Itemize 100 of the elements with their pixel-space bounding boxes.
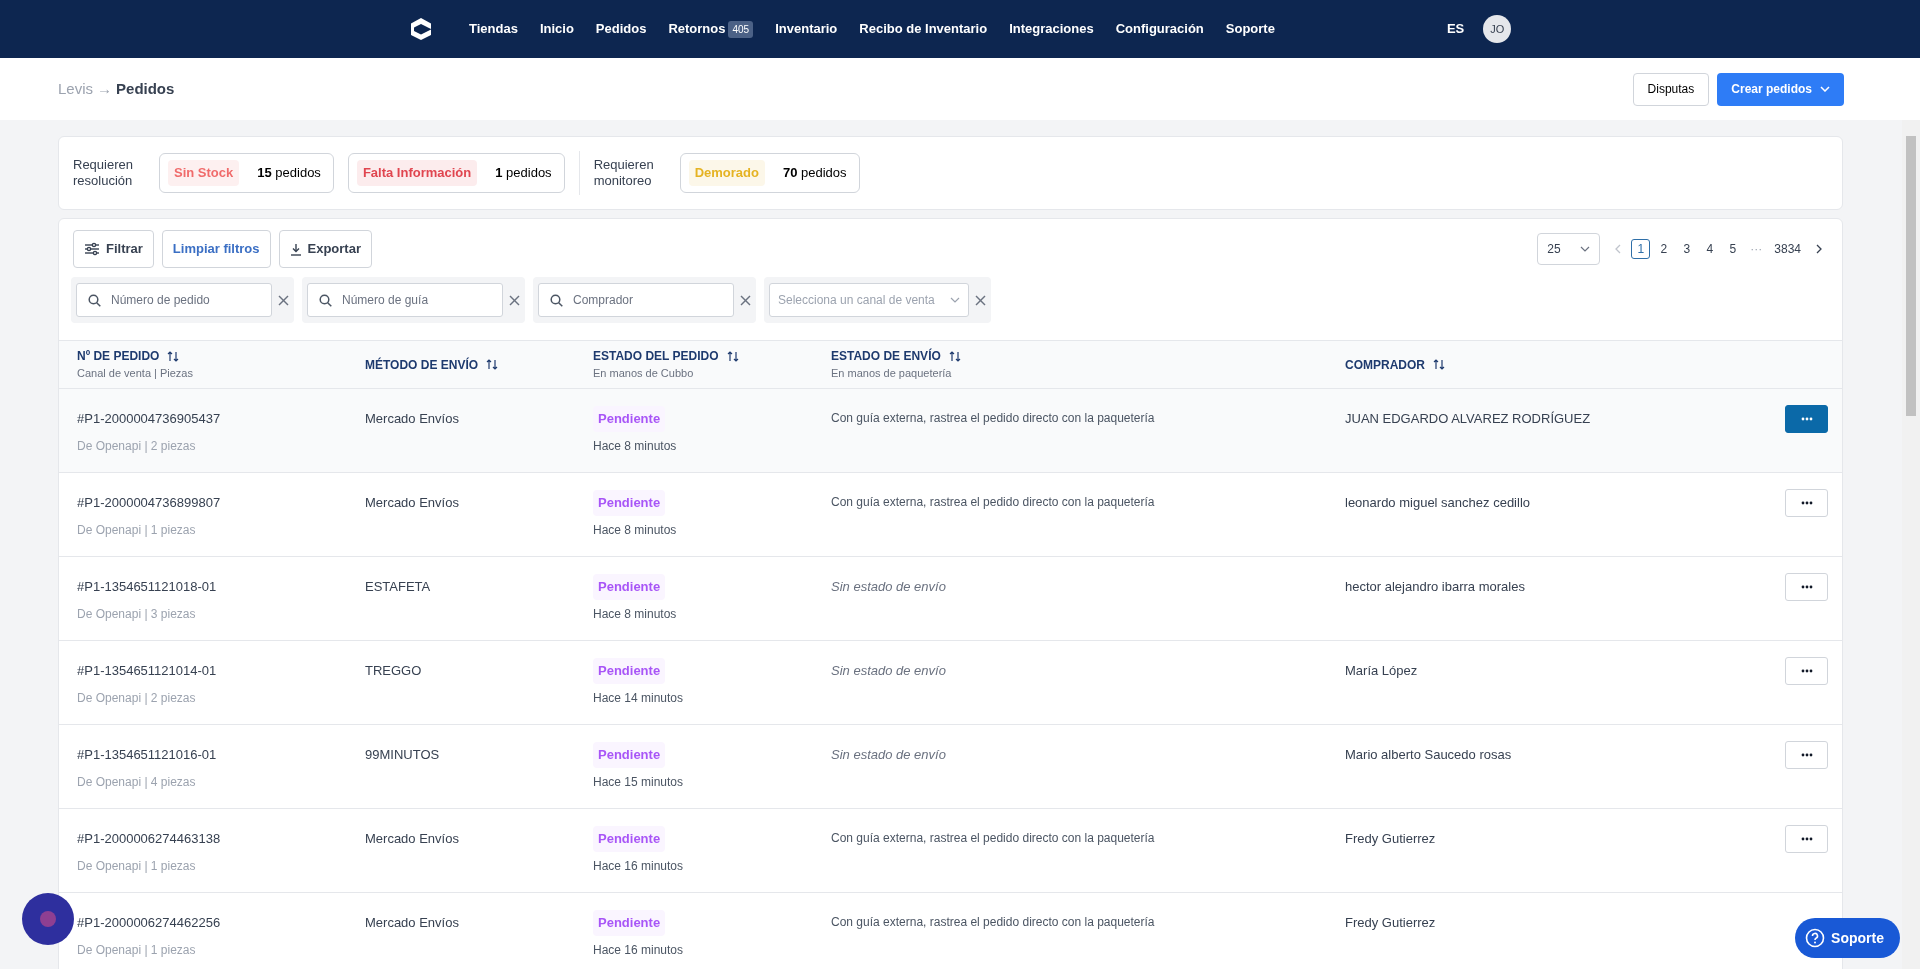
nav-link[interactable]: Configuración <box>1104 19 1215 39</box>
create-orders-button[interactable]: Crear pedidos <box>1717 72 1844 106</box>
status-time: Hace 14 minutos <box>593 689 685 707</box>
ellipsis-icon <box>1800 837 1813 841</box>
column-header[interactable]: ESTADO DE ENVÍO <box>831 347 1345 366</box>
shipping-method: Mercado Envíos <box>365 494 460 512</box>
buyer-name: hector alejandro ibarra morales <box>1345 578 1526 596</box>
export-button[interactable]: Exportar <box>278 230 372 268</box>
page-button[interactable]: 3834 <box>1770 239 1805 259</box>
column-header[interactable]: MÉTODO DE ENVÍO <box>365 355 593 374</box>
page-size-select[interactable]: 25 <box>1537 233 1601 265</box>
ellipsis-icon <box>1800 669 1813 673</box>
actions-button[interactable] <box>1785 405 1828 433</box>
order-number: #P1-1354651121016-01 <box>77 746 218 764</box>
status-tag: Pendiente <box>593 658 666 684</box>
nav-link[interactable]: Integraciones <box>998 19 1105 39</box>
language-selector[interactable]: ES <box>1435 19 1476 39</box>
nav-link[interactable]: Inicio <box>528 19 585 39</box>
shipping-status: Sin estado de envío <box>831 746 947 764</box>
page-button[interactable]: 2 <box>1654 239 1674 259</box>
dot-icon <box>39 910 57 928</box>
status-filter-chip[interactable]: Sin Stock 15 pedidos <box>159 153 334 193</box>
order-number: #P1-2000006274463138 <box>77 830 222 848</box>
channel-pieces: De Openapi | 1 piezas <box>77 521 197 539</box>
chat-launcher[interactable] <box>22 893 74 945</box>
column-header[interactable]: COMPRADOR <box>1345 355 1762 374</box>
summary-label: Requieren monitoreo <box>593 157 655 189</box>
status-time: Hace 16 minutos <box>593 941 685 959</box>
shipping-status: Con guía externa, rastrea el pedido directo con la paquetería <box>831 914 1156 931</box>
column-subtitle: Canal de venta | Piezas <box>77 366 194 382</box>
order-number: #P1-2000004736905437 <box>77 410 222 428</box>
nav-link[interactable]: Retornos 405 <box>657 19 765 39</box>
status-tag: Pendiente <box>593 406 666 432</box>
sort-icon <box>726 350 739 362</box>
page-button[interactable]: 4 <box>1700 239 1720 259</box>
scrollbar-thumb[interactable] <box>1906 136 1916 416</box>
channel-pieces: De Openapi | 1 piezas <box>77 941 197 959</box>
nav-link[interactable]: Recibo de Inventario <box>848 19 999 39</box>
status-filter-chip[interactable]: Falta Información 1 pedidos <box>347 153 565 193</box>
sort-icon <box>486 359 499 370</box>
column-header[interactable]: Nº DE PEDIDO <box>77 347 365 366</box>
status-time: Hace 8 minutos <box>593 437 678 455</box>
close-icon[interactable] <box>975 294 986 306</box>
nav-link[interactable]: Tiendas <box>458 19 529 39</box>
column-subtitle: En manos de Cubbo <box>593 366 695 382</box>
help-icon <box>1805 928 1826 948</box>
status-tag: Pendiente <box>593 826 666 852</box>
ellipsis-icon <box>1800 417 1813 421</box>
close-icon[interactable] <box>740 294 751 306</box>
sliders-icon <box>84 242 100 256</box>
shipping-method: Mercado Envíos <box>365 830 460 848</box>
sort-icon <box>167 350 180 362</box>
search-icon <box>319 294 332 307</box>
filter-button[interactable]: Filtrar <box>73 230 154 268</box>
ellipsis-icon <box>1800 753 1813 757</box>
status-tag: Pendiente <box>593 490 666 516</box>
buyer-name: Fredy Gutierrez <box>1345 830 1437 848</box>
download-icon <box>289 242 302 256</box>
count-badge: 405 <box>728 20 754 38</box>
shipping-method: 99MINUTOS <box>365 746 441 764</box>
breadcrumb-separator: → <box>97 78 113 99</box>
column-header[interactable]: ESTADO DEL PEDIDO <box>593 347 831 366</box>
chevron-left-icon <box>1614 244 1621 254</box>
page-button[interactable]: 3 <box>1677 239 1697 259</box>
pagination-ellipsis: ··· <box>1749 241 1764 258</box>
chevron-down-icon <box>1820 86 1830 92</box>
search-field[interactable]: Comprador <box>538 283 734 317</box>
channel-pieces: De Openapi | 1 piezas <box>77 857 197 875</box>
nav-link[interactable]: Inventario <box>764 19 849 39</box>
buyer-name: JUAN EDGARDO ALVAREZ RODRÍGUEZ <box>1345 410 1592 428</box>
close-icon[interactable] <box>509 294 520 306</box>
status-time: Hace 8 minutos <box>593 521 678 539</box>
status-filter-chip[interactable]: Demorado 70 pedidos <box>679 153 860 193</box>
chevron-down-icon <box>950 297 960 303</box>
status-time: Hace 16 minutos <box>593 857 685 875</box>
chevron-down-icon <box>1580 246 1591 252</box>
shipping-method: TREGGO <box>365 662 423 680</box>
search-field[interactable]: Número de guía <box>307 283 503 317</box>
logo-icon[interactable] <box>410 17 432 41</box>
shipping-status: Sin estado de envío <box>831 578 947 596</box>
status-tag: Pendiente <box>593 574 666 600</box>
nav-link[interactable]: Pedidos <box>584 19 658 39</box>
sort-icon <box>948 350 961 362</box>
clear-filters-button[interactable]: Limpiar filtros <box>161 230 271 268</box>
order-number: #P1-1354651121014-01 <box>77 662 218 680</box>
support-button[interactable]: Soporte <box>1795 918 1900 958</box>
search-field[interactable]: Número de pedido <box>76 283 272 317</box>
page-button[interactable]: 1 <box>1631 239 1651 259</box>
column-subtitle: En manos de paquetería <box>831 366 953 382</box>
shipping-method: ESTAFETA <box>365 578 432 596</box>
page-button[interactable]: 5 <box>1723 239 1743 259</box>
summary-label: Requieren resolución <box>73 157 134 189</box>
buyer-name: Fredy Gutierrez <box>1345 914 1437 932</box>
close-icon[interactable] <box>278 294 289 306</box>
nav-link[interactable]: Soporte <box>1214 19 1286 39</box>
buyer-name: María López <box>1345 662 1419 680</box>
channel-pieces: De Openapi | 2 piezas <box>77 437 197 455</box>
user-avatar[interactable]: JO <box>1483 15 1512 43</box>
breadcrumb-current: Pedidos <box>116 78 175 99</box>
disputes-button[interactable]: Disputas <box>1632 72 1710 106</box>
